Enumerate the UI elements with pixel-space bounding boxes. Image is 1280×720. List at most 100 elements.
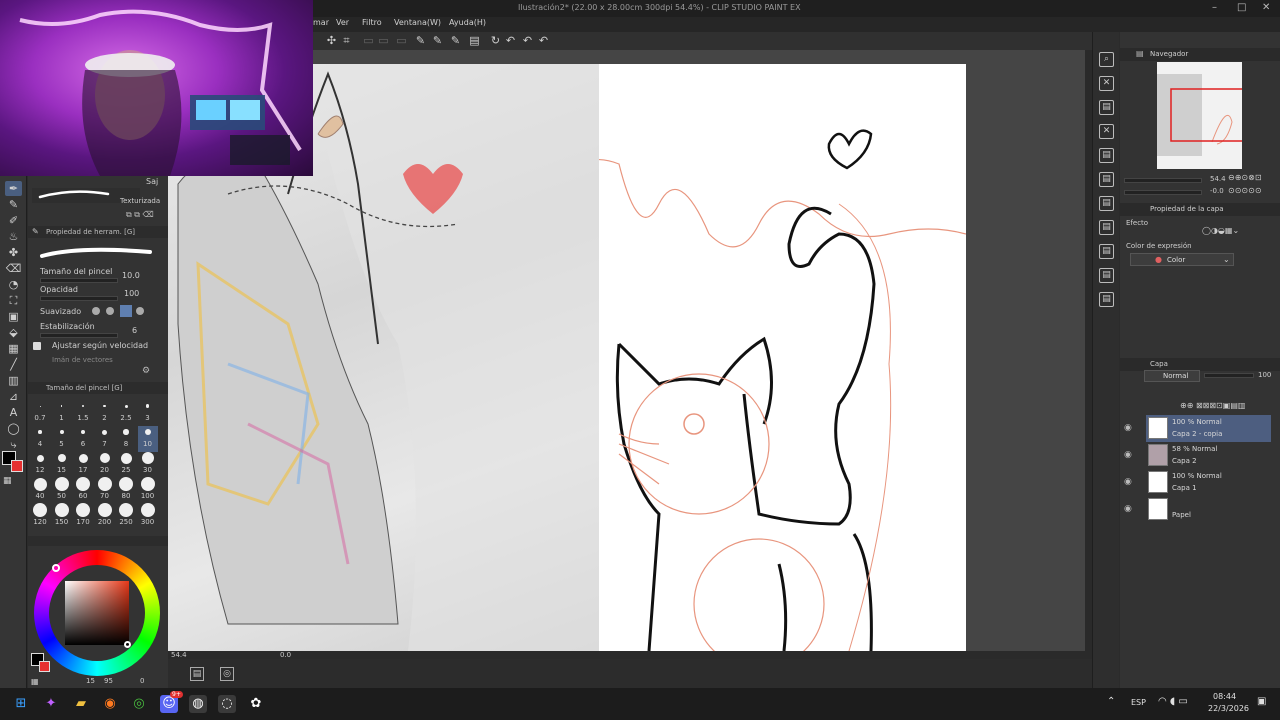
effect-buttons-icon[interactable]: ◯◑◒▦⌄	[1202, 226, 1239, 235]
undo-icon[interactable]: ↶	[537, 34, 550, 47]
drawing-canvas[interactable]	[538, 64, 967, 651]
canvas-zoom-readout[interactable]: 54.4	[171, 651, 187, 659]
brush-size-option[interactable]: 17	[73, 452, 93, 478]
crop-icon[interactable]: ⌗	[340, 34, 353, 47]
layer-row[interactable]: Papel	[1146, 496, 1271, 523]
file-explorer-icon[interactable]: ▰	[72, 695, 90, 713]
palette-icon[interactable]: ✕	[1099, 76, 1114, 91]
blend-mode-select[interactable]: Normal	[1144, 370, 1200, 382]
brush-size-option[interactable]: 250	[116, 503, 136, 530]
pen-vector-icon[interactable]: ✎	[414, 34, 427, 47]
undo-icon[interactable]: ↶	[504, 34, 517, 47]
wifi-icon[interactable]: ◠ ◖ ▭	[1158, 696, 1188, 707]
hue-cursor[interactable]	[52, 564, 60, 572]
brush-size-option[interactable]: 6	[73, 426, 93, 452]
brush-size-option[interactable]: 25	[116, 452, 136, 478]
brush-size-value[interactable]: 10.0	[122, 271, 140, 280]
brush-size-option[interactable]: 70	[95, 477, 115, 504]
brush-size-option[interactable]: 8	[116, 426, 136, 452]
rotate-buttons-icon[interactable]: ⊙⊙⊙⊙⊙	[1228, 186, 1262, 195]
brush-size-option[interactable]: 300	[138, 503, 158, 530]
line-tool-icon[interactable]: ╱	[5, 357, 22, 372]
undo-icon[interactable]: ↶	[521, 34, 534, 47]
sub-view-icon[interactable]: ▤	[1099, 220, 1114, 235]
brush-tool-icon[interactable]: ✐	[5, 213, 22, 228]
brush-size-option[interactable]: 60	[73, 477, 93, 504]
stabilization-value[interactable]: 6	[132, 326, 137, 335]
brush-size-option[interactable]: 170	[73, 503, 93, 530]
sv-square[interactable]	[65, 581, 129, 645]
brush-size-option[interactable]: 2	[95, 400, 115, 426]
clock-date[interactable]: 22/3/2026	[1208, 704, 1249, 713]
navigator-zoom-slider[interactable]	[1124, 178, 1202, 183]
brush-size-option[interactable]: 3	[138, 400, 158, 426]
opacity-value[interactable]: 100	[124, 289, 139, 298]
sv-cursor[interactable]	[124, 641, 131, 648]
obs-icon[interactable]: ◍	[189, 695, 207, 713]
transparent-color-icon[interactable]: ▦	[3, 476, 12, 486]
pen-vector-icon[interactable]: ✎	[431, 34, 444, 47]
copilot-icon[interactable]: ✦	[42, 695, 60, 713]
layer-icon[interactable]: ▤	[1099, 100, 1114, 115]
item-bank-icon[interactable]: ▤	[1099, 196, 1114, 211]
clip-studio-icon[interactable]: ◌	[218, 695, 236, 713]
layer-opacity-value[interactable]: 100	[1258, 371, 1271, 379]
stabilization-slider[interactable]	[40, 333, 118, 338]
notification-icon[interactable]: ▣	[1257, 696, 1266, 707]
smoothing-buttons[interactable]	[90, 305, 148, 317]
layer-row[interactable]: 100 % Normal Capa 2 - copia	[1146, 415, 1271, 442]
brush-size-option[interactable]: 1	[52, 400, 72, 426]
vertical-scrollbar[interactable]	[1085, 50, 1092, 651]
firefox-icon[interactable]: ◉	[101, 695, 119, 713]
maximize-button[interactable]: □	[1237, 2, 1246, 13]
sub-color-swatch[interactable]	[11, 460, 23, 472]
visibility-eye-icon[interactable]: ◉	[1124, 504, 1132, 514]
bucket-tool-icon[interactable]: ⬙	[5, 325, 22, 340]
balloon-tool-icon[interactable]: ◯	[5, 421, 22, 436]
brush-size-option[interactable]: 200	[95, 503, 115, 530]
navigator-zoom[interactable]: 54.4	[1210, 175, 1226, 183]
search-icon[interactable]: ⌕	[1099, 52, 1114, 67]
horizontal-scrollbar[interactable]	[168, 651, 1092, 659]
zoom-buttons-icon[interactable]: ⊖⊕⊙⊗⊡	[1228, 173, 1262, 182]
settings-icon[interactable]: ⚙	[142, 366, 150, 376]
windows-start-icon[interactable]: ⊞	[12, 695, 30, 713]
tray-chevron-icon[interactable]: ⌃	[1107, 696, 1115, 707]
quick-access-icon[interactable]: ▤	[1099, 244, 1114, 259]
hue-ring[interactable]	[34, 550, 160, 676]
gradient-tool-icon[interactable]: ▣	[5, 309, 22, 324]
velocity-checkbox[interactable]	[33, 342, 41, 350]
brush-size-option[interactable]: 5	[52, 426, 72, 452]
visibility-eye-icon[interactable]: ◉	[1124, 450, 1132, 460]
brush-size-option[interactable]: 10	[137, 426, 158, 452]
auto-action-icon[interactable]: ▤	[1099, 172, 1114, 187]
layer-row[interactable]: 58 % Normal Capa 2	[1146, 442, 1271, 469]
brush-size-option[interactable]: 150	[52, 503, 72, 530]
language-indicator[interactable]: ESP	[1131, 698, 1146, 707]
brush-size-option[interactable]: 20	[95, 452, 115, 478]
pen-tool-icon[interactable]: ✒	[5, 181, 22, 196]
decoration-tool-icon[interactable]: ✤	[5, 245, 22, 260]
navigator-rotation[interactable]: -0.0	[1210, 187, 1224, 195]
frame-tool-icon[interactable]: ▥	[5, 373, 22, 388]
layer-tools-icon[interactable]: ⊕⊕ ⊠⊠⊠⊡▣▤▥	[1180, 401, 1245, 410]
rotate-icon[interactable]: ↻	[489, 34, 502, 47]
layer-opacity-slider[interactable]	[1204, 373, 1254, 378]
blend-tool-icon[interactable]: ◔	[5, 277, 22, 292]
clipboard-icon[interactable]: ▤	[468, 34, 481, 47]
navigator-rotation-slider[interactable]	[1124, 190, 1202, 195]
brush-size-option[interactable]: 2.5	[116, 400, 136, 426]
canvas-angle-readout[interactable]: 0.0	[280, 651, 291, 659]
brush-size-option[interactable]: 0.7	[30, 400, 50, 426]
layer-search-icon[interactable]: ▤	[1099, 292, 1114, 307]
correct-line-tool-icon[interactable]: ⤷	[5, 437, 22, 452]
pencil-tool-icon[interactable]: ✎	[5, 197, 22, 212]
animation-icon[interactable]: ▤	[1099, 268, 1114, 283]
brush-size-option[interactable]: 80	[116, 477, 136, 504]
visibility-eye-icon[interactable]: ◉	[1124, 423, 1132, 433]
brush-size-slider[interactable]	[40, 278, 118, 283]
transparent-icon[interactable]: ▦	[31, 677, 39, 686]
fit-view-icon[interactable]: ▤	[190, 667, 204, 681]
minimize-button[interactable]: –	[1212, 2, 1217, 13]
brush-size-option[interactable]: 100	[138, 477, 158, 504]
